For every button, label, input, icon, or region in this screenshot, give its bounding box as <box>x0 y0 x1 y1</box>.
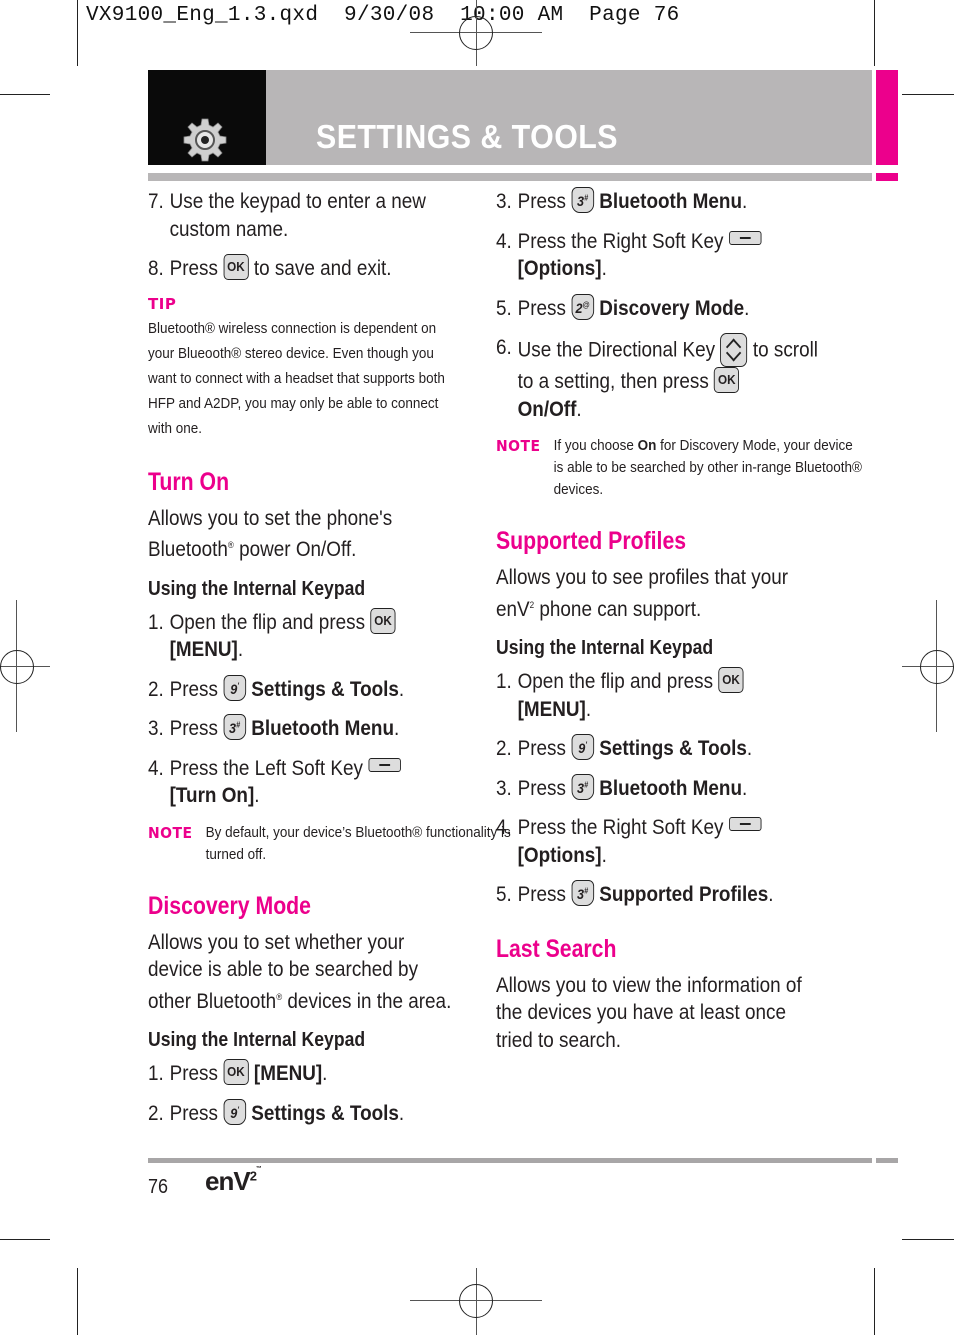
list-item: 1. Press OK [MENU]. <box>148 1059 479 1088</box>
list-item: 7. Use the keypad to enter a new custom … <box>148 190 426 241</box>
crop-mark <box>902 94 954 95</box>
left-column: 7. Use the keypad to enter a new custom … <box>148 188 511 1139</box>
section-description: Allows you to set the phone's Bluetooth®… <box>148 506 393 562</box>
section-heading-last-search: Last Search <box>496 934 617 963</box>
section-description: Allows you to set whether your device is… <box>148 930 452 1013</box>
ok-key-icon: OK <box>223 1059 249 1086</box>
crop-mark <box>0 1239 50 1240</box>
gear-icon <box>183 118 227 162</box>
ok-key-icon: OK <box>718 667 744 694</box>
page-title: SETTINGS & TOOLS <box>316 118 619 155</box>
section-heading-discovery-mode: Discovery Mode <box>148 891 311 920</box>
key-3-icon: 3# <box>571 880 594 907</box>
header-rule-accent <box>876 173 898 181</box>
soft-key-icon <box>728 230 762 245</box>
header-rule <box>148 173 872 181</box>
list-item: 3. Press 3# Bluetooth Menu. <box>148 714 479 743</box>
crop-mark <box>874 1268 875 1335</box>
subheading: Using the Internal Keypad <box>148 577 366 600</box>
list-item: 5. Press 2@ Discovery Mode. <box>496 293 827 323</box>
note: NOTE By default, your device’s Bluetooth®… <box>148 823 511 863</box>
footer-rule-end <box>876 1158 898 1163</box>
list-item: 3. Press 3# Bluetooth Menu. <box>496 187 827 216</box>
section-description: Allows you to see profiles that your enV… <box>496 566 789 621</box>
list-item: 4. Press the Right Soft Key [Options]. <box>496 814 827 869</box>
directional-key-icon <box>720 333 748 367</box>
env2-logo: enV2™ <box>205 1166 262 1196</box>
page-number: 76 <box>148 1176 169 1198</box>
crop-mark <box>77 0 78 66</box>
crop-mark <box>902 1239 954 1240</box>
list-item: 8. Press OK to save and exit. <box>148 254 479 283</box>
registration-mark <box>459 16 493 50</box>
key-9-icon: 9' <box>223 674 246 701</box>
list-item: 4. Press the Right Soft Key [Options]. <box>496 228 827 283</box>
registration-mark <box>0 650 34 684</box>
registration-mark <box>920 650 954 684</box>
list-item: 6. Use the Directional Key to scroll to a … <box>496 333 827 423</box>
key-9-icon: 9' <box>223 1098 246 1125</box>
right-column: 3. Press 3# Bluetooth Menu. 4. Press the Rig… <box>496 187 862 1068</box>
ok-key-icon: OK <box>370 607 396 634</box>
registration-mark <box>459 1284 493 1318</box>
key-3-icon: 3# <box>571 773 594 800</box>
section-heading-supported-profiles: Supported Profiles <box>496 527 687 555</box>
crop-mark <box>874 0 875 66</box>
list-item: 3. Press 3# Bluetooth Menu. <box>496 773 827 803</box>
tip-label: TIP <box>148 294 177 313</box>
footer-rule <box>148 1158 872 1163</box>
list-item: 1. Open the flip and press OK [MENU]. <box>148 607 479 664</box>
section-description: Allows you to view the information of th… <box>496 973 802 1052</box>
tip-text: Bluetooth® wireless connection is depend… <box>148 320 445 437</box>
key-9-icon: 9' <box>571 734 594 761</box>
ok-key-icon: OK <box>223 254 249 281</box>
crop-mark <box>77 1268 78 1335</box>
soft-key-icon <box>368 757 401 772</box>
list-item: 2. Press 9' Settings & Tools. <box>148 674 479 704</box>
ok-key-icon: OK <box>714 367 740 394</box>
key-2-icon: 2@ <box>571 293 594 320</box>
section-heading-turn-on: Turn On <box>148 467 230 496</box>
subheading: Using the Internal Keypad <box>496 637 714 659</box>
soft-key-icon <box>728 817 762 832</box>
key-3-icon: 3# <box>571 187 594 214</box>
key-3-icon: 3# <box>223 714 246 741</box>
print-slug: VX9100_Eng_1.3.qxd 9/30/08 10:00 AM Page… <box>86 4 680 27</box>
list-item: 1. Open the flip and press OK [MENU]. <box>496 667 827 723</box>
header-accent <box>876 70 898 165</box>
crop-mark <box>0 94 50 95</box>
list-item: 2. Press 9' Settings & Tools. <box>496 734 827 763</box>
list-item: 5. Press 3# Supported Profiles. <box>496 880 827 909</box>
subheading: Using the Internal Keypad <box>148 1029 366 1051</box>
note: NOTE If you choose On for Discovery Mode,… <box>496 437 862 498</box>
list-item: 4. Press the Left Soft Key [Turn On]. <box>148 755 479 810</box>
list-item: 2. Press 9' Settings & Tools. <box>148 1098 479 1128</box>
